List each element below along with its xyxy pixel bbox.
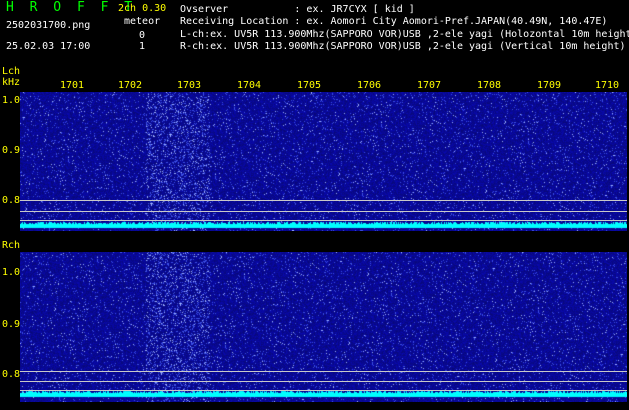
meteor-label: meteor <box>124 16 161 27</box>
time-tick: 1701 <box>60 80 85 91</box>
time-tick: 1709 <box>537 80 562 91</box>
rch-info: R-ch:ex. UV5R 113.900Mhz(SAPPORO VOR)USB… <box>180 41 626 52</box>
rch-ytick: 0.8 <box>2 369 21 380</box>
rch-ytick: 0.9 <box>2 319 21 330</box>
rch-spectrogram <box>20 252 627 402</box>
lch-ytick: 0.9 <box>2 145 21 156</box>
lch-marker-line <box>20 220 627 221</box>
observer-info: Ovserver : ex. JR7CYX [ kid ] <box>180 4 415 15</box>
rch-marker-line <box>20 390 627 391</box>
app-title: H R O F F T <box>6 0 137 15</box>
rch-marker-line <box>20 371 627 372</box>
time-tick: 1705 <box>297 80 322 91</box>
time-tick: 1703 <box>177 80 202 91</box>
meteor-r-count: 1 <box>139 41 146 52</box>
lch-ytick: 0.8 <box>2 195 21 206</box>
rch-label: Rch <box>2 240 21 251</box>
rch-marker-line <box>20 381 627 382</box>
lch-ytick: 1.0 <box>2 95 21 106</box>
time-tick: 1707 <box>417 80 442 91</box>
lch-unit: kHz <box>2 77 21 88</box>
filename-label: 2502031700.png <box>6 20 91 31</box>
time-tick: 1706 <box>357 80 382 91</box>
lch-marker-line <box>20 211 627 212</box>
location-info: Receiving Location : ex. Aomori City Aom… <box>180 16 608 27</box>
time-tick: 1710 <box>595 80 620 91</box>
lch-marker-line <box>20 200 627 201</box>
rch-ytick: 1.0 <box>2 267 21 278</box>
version-label: 2ch 0.30 <box>118 3 167 14</box>
lch-info: L-ch:ex. UV5R 113.900Mhz(SAPPORO VOR)USB… <box>180 29 629 40</box>
time-tick: 1704 <box>237 80 262 91</box>
lch-label: Lch <box>2 66 21 77</box>
time-tick: 1708 <box>477 80 502 91</box>
time-tick: 1702 <box>118 80 143 91</box>
timestamp-label: 25.02.03 17:00 <box>6 41 91 52</box>
